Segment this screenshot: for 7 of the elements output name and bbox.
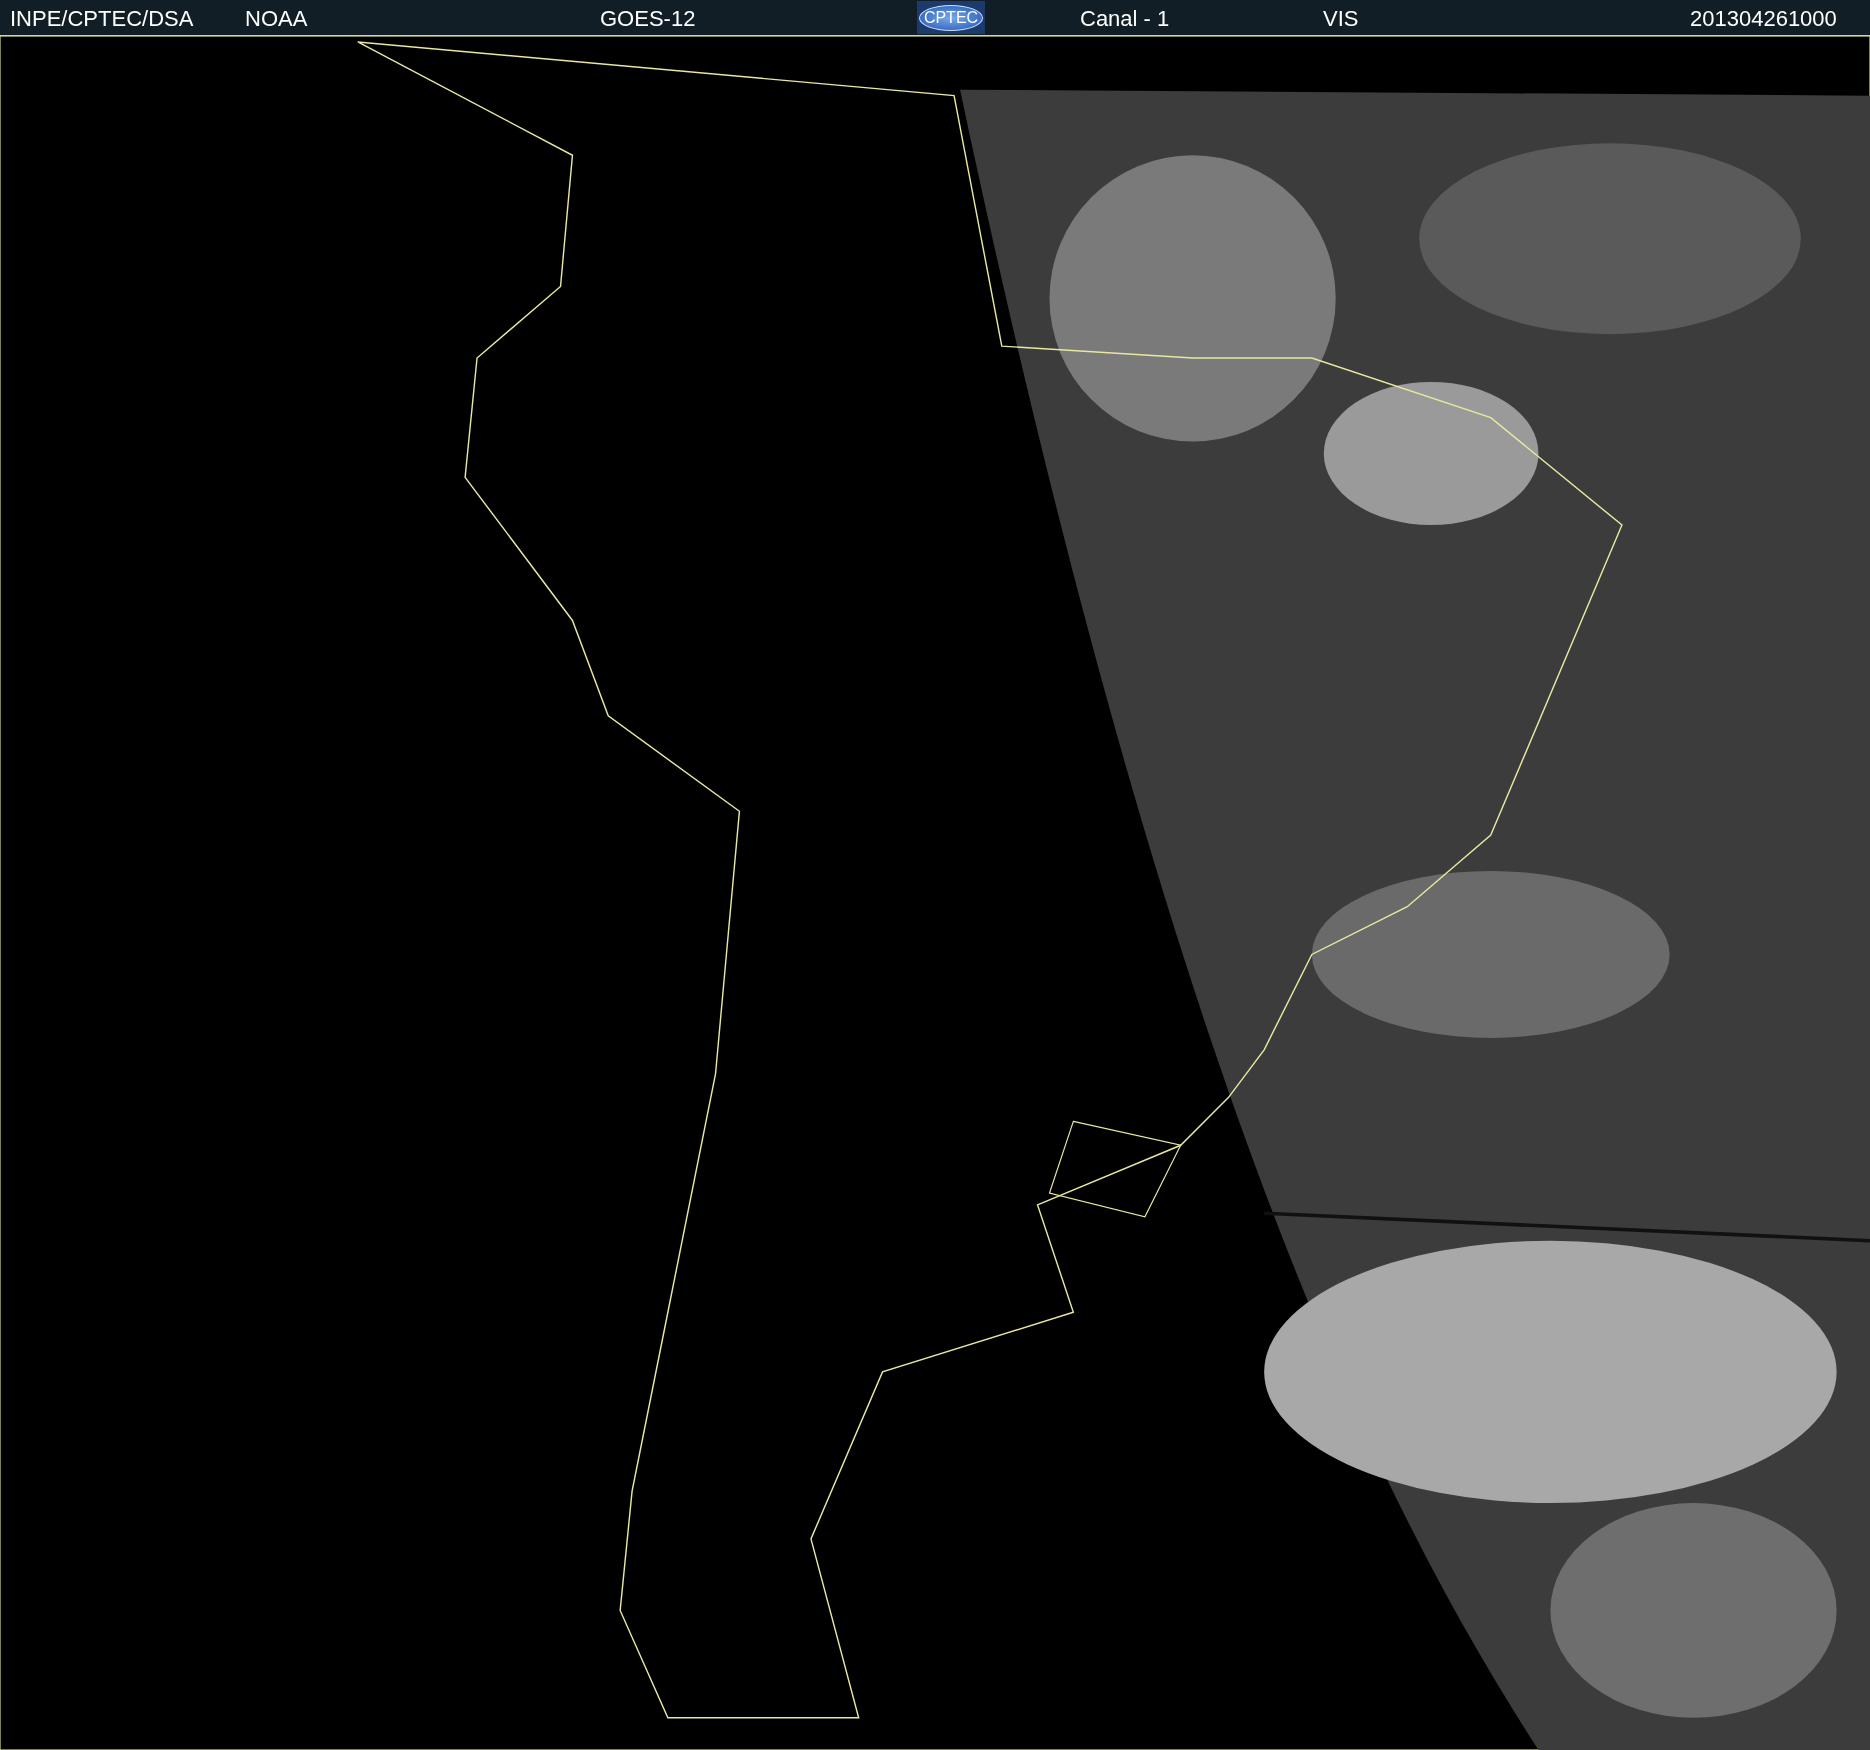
header-label: NOAA xyxy=(245,6,308,32)
header-label: Canal - 1 xyxy=(1080,6,1170,32)
header-label: VIS xyxy=(1323,6,1359,32)
logo: CPTEC xyxy=(917,1,985,34)
header-label: 201304261000 xyxy=(1690,6,1837,32)
header-label: INPE/CPTEC/DSA xyxy=(10,6,194,32)
header-label: GOES-12 xyxy=(600,6,696,32)
